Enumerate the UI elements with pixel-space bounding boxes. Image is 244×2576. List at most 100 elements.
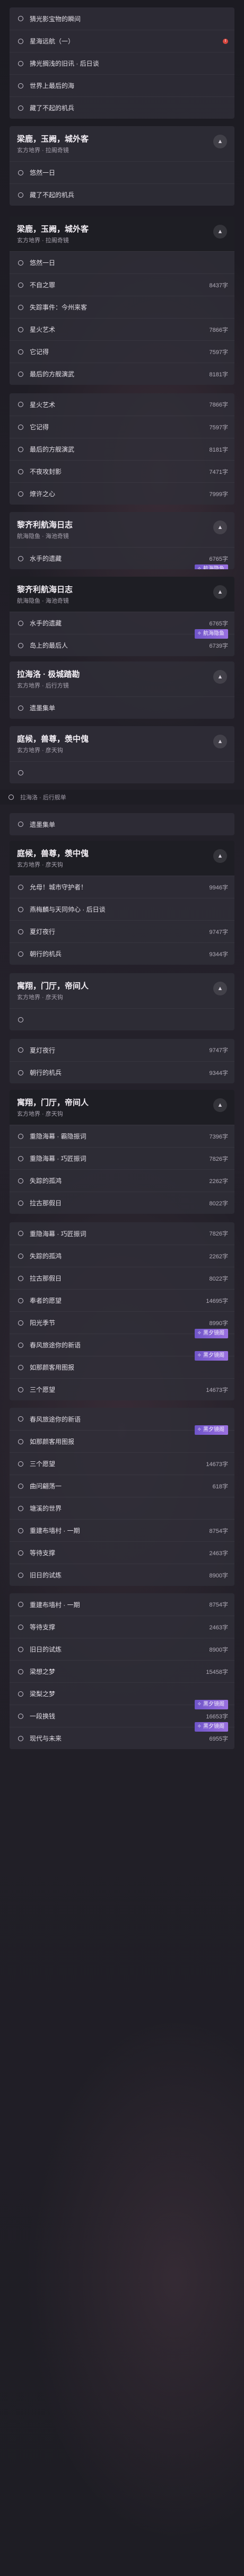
- quest-row[interactable]: 失踪的孤鸿 2262字: [10, 1169, 234, 1192]
- quest-row[interactable]: 猜光影宝物的瞬间: [10, 7, 234, 30]
- chevron-up-icon[interactable]: ▲: [213, 585, 227, 599]
- event-badge-label: 黑夕镜阁: [203, 1427, 224, 1433]
- chapter-header[interactable]: 庭候，兽尊，羡中傀 玄方地界 · 彦天钩 ▲: [10, 841, 234, 876]
- circle-bullet-icon: [18, 642, 23, 648]
- event-badge[interactable]: ✧ 黑夕镜阁: [194, 1329, 228, 1338]
- chevron-up-icon[interactable]: ▲: [213, 670, 227, 684]
- quest-row[interactable]: 重建布墙村 · 一期 8754字: [10, 1519, 234, 1541]
- quest-row[interactable]: 奉者的愿望 14695字: [10, 1289, 234, 1311]
- chapter-header[interactable]: 黎齐利航海日志 航海隐鱼 · 海池奇镜 ▲: [10, 512, 234, 547]
- quest-row[interactable]: 阳光季节 8990字 ✧ 黑夕镜阁: [10, 1311, 234, 1338]
- quest-row[interactable]: 水手的遗藏 6765字 ✧ 航海隐鱼: [10, 612, 234, 639]
- quest-row[interactable]: 世界上最后的海: [10, 74, 234, 96]
- quest-row[interactable]: 春风旅途你的新语 ✧ 黑夕镜阁: [10, 1408, 234, 1435]
- chapter-header[interactable]: 拉海洛 · 极城踏勘 玄方地界 · 后行方镜 ▲: [10, 661, 234, 696]
- quest-row[interactable]: [10, 1008, 234, 1030]
- quest-row[interactable]: 梁梨之梦 ✧ 黑夕镜阁: [10, 1682, 234, 1709]
- quest-row[interactable]: 它记得 7597字: [10, 340, 234, 363]
- event-badge[interactable]: ✧ 航海隐鱼: [194, 564, 228, 569]
- quest-row[interactable]: 遗墨集单: [10, 813, 234, 835]
- chevron-up-icon[interactable]: ▲: [213, 521, 227, 534]
- quest-row[interactable]: 曲问翩荡一 618字: [10, 1475, 234, 1497]
- quest-row[interactable]: 塘溪的世界: [10, 1497, 234, 1519]
- quest-row[interactable]: 悠然一日: [10, 161, 234, 183]
- circle-bullet-icon: [18, 282, 23, 288]
- quest-row[interactable]: 拉古那假日 8022字: [10, 1192, 234, 1214]
- circle-bullet-icon: [18, 620, 23, 626]
- quest-row[interactable]: 星火艺术 7866字: [10, 318, 234, 340]
- chevron-up-icon[interactable]: ▲: [213, 735, 227, 748]
- circle-bullet-icon: [18, 1439, 23, 1444]
- chapter-panel: 庭候，兽尊，羡中傀 玄方地界 · 彦天钩 ▲: [10, 726, 234, 783]
- chapter-section: 遗墨集单: [0, 813, 244, 835]
- chapter-header[interactable]: 梁鹿，玉阙，城外客 玄方地界 · 拉阁奇镜 ▲: [10, 216, 234, 251]
- quest-row[interactable]: 拉海洛 · 后行舰单: [0, 790, 244, 805]
- circle-bullet-icon: [18, 327, 23, 332]
- event-badge[interactable]: ✧ 黑夕镜阁: [194, 1700, 228, 1709]
- quest-row[interactable]: 不自之罪 8437字: [10, 274, 234, 296]
- quest-row[interactable]: 等待支撑 2463字: [10, 1541, 234, 1564]
- quest-row[interactable]: 拂光搁浅的旧讯 · 后日谈: [10, 52, 234, 74]
- event-badge[interactable]: ✧ 黑夕镜阁: [194, 1425, 228, 1435]
- chevron-up-icon[interactable]: ▲: [213, 225, 227, 239]
- quest-row[interactable]: 遗墨集单: [10, 696, 234, 719]
- chapter-source: 玄方地界 · 彦天钩: [17, 994, 63, 1001]
- chapter-header[interactable]: 黎齐利航海日志 航海隐鱼 · 海池奇镜 ▲: [10, 577, 234, 612]
- quest-row[interactable]: 旧日的试炼 8900字: [10, 1564, 234, 1586]
- quest-row[interactable]: 燎许之心 7999字: [10, 482, 234, 505]
- event-badge[interactable]: ✧ 航海隐鱼: [194, 629, 228, 639]
- quest-row[interactable]: 失踪事件：今州来客: [10, 296, 234, 318]
- chapter-section: 重隐海幕 · 巧匠振词 7826字 失踪的孤鸿 2262字 拉古那假日 8022字 奉者的愿…: [0, 1222, 244, 1400]
- sparkle-icon: ✧: [197, 1353, 202, 1358]
- chapter-header[interactable]: 梁鹿，玉阙，城外客 玄方地界 · 拉阁奇镜 ▲: [10, 126, 234, 161]
- chapter-header[interactable]: 庭候，兽尊，羡中傀 玄方地界 · 彦天钩 ▲: [10, 726, 234, 761]
- quest-row[interactable]: 重隐海幕 · 霸隐振词 7396字: [10, 1125, 234, 1147]
- quest-row[interactable]: 等待支撑 2463字: [10, 1616, 234, 1638]
- quest-row[interactable]: 最后的方舰演武 8181字: [10, 438, 234, 460]
- quest-row[interactable]: 水手的遗藏 6765字 ✧ 航海隐鱼: [10, 547, 234, 569]
- word-count: 7471字: [209, 469, 228, 475]
- quest-row[interactable]: 星海远航（一）!: [10, 30, 234, 52]
- chapter-title: 寓翔，门厅，帝间人: [17, 982, 89, 991]
- quest-row[interactable]: 星火艺术 7866字: [10, 393, 234, 416]
- quest-row[interactable]: 悠然一日: [10, 251, 234, 274]
- quest-row[interactable]: 它记得 7597字: [10, 416, 234, 438]
- chapter-header[interactable]: 寓翔，门厅，帝间人 玄方地界 · 彦天钩 ▲: [10, 1090, 234, 1125]
- event-badge[interactable]: ✧ 黑夕镜阁: [194, 1722, 228, 1732]
- quest-row[interactable]: [10, 761, 234, 783]
- circle-bullet-icon: [18, 1550, 23, 1556]
- word-count: 6765字: [209, 555, 228, 562]
- quest-row[interactable]: 不夜攻封影 7471字: [10, 460, 234, 482]
- quest-label: 奉者的愿望: [30, 1297, 62, 1304]
- quest-row[interactable]: 失踪的孤鸿 2262字: [10, 1245, 234, 1267]
- quest-row[interactable]: 朝行的机兵 9344字: [10, 1061, 234, 1083]
- quest-row[interactable]: 燕梅麟与天同帅心 · 后日谈: [10, 898, 234, 920]
- chevron-up-icon[interactable]: ▲: [213, 1098, 227, 1112]
- word-count: 8900字: [209, 1646, 228, 1653]
- quest-row[interactable]: 藏了不起的机兵: [10, 96, 234, 119]
- quest-row[interactable]: 重隐海幕 · 巧匠振词 7826字: [10, 1222, 234, 1245]
- quest-row[interactable]: 夏灯夜行 9747字: [10, 920, 234, 942]
- word-count: 14673字: [206, 1387, 228, 1393]
- event-badge[interactable]: ✧ 黑夕镜阁: [194, 1351, 228, 1361]
- quest-row[interactable]: 夏灯夜行 9747字: [10, 1039, 234, 1061]
- quest-row[interactable]: 重隐海幕 · 巧匠振词 7826字: [10, 1147, 234, 1169]
- chevron-up-icon[interactable]: ▲: [213, 982, 227, 995]
- chevron-up-icon[interactable]: ▲: [213, 849, 227, 863]
- chevron-up-icon[interactable]: ▲: [213, 135, 227, 148]
- quest-row[interactable]: 朝行的机兵 9344字: [10, 942, 234, 965]
- quest-row[interactable]: 三个愿望 14673字: [10, 1378, 234, 1400]
- quest-row[interactable]: 梁想之梦 15458字: [10, 1660, 234, 1682]
- quest-row[interactable]: 最后的方舰演武 8181字: [10, 363, 234, 385]
- quest-row[interactable]: 拉古那假日 8022字: [10, 1267, 234, 1289]
- quest-row[interactable]: 藏了不起的机兵: [10, 183, 234, 206]
- quest-label: 夏灯夜行: [30, 928, 56, 936]
- quest-row[interactable]: 旧日的试炼 8900字: [10, 1638, 234, 1660]
- quest-row[interactable]: 重建布墙村 · 一期 8754字: [10, 1593, 234, 1616]
- quest-row[interactable]: 三个愿望 14673字: [10, 1452, 234, 1475]
- chapter-source: 玄方地界 · 后行方镜: [17, 683, 69, 689]
- circle-bullet-icon: [18, 491, 23, 497]
- circle-bullet-icon: [18, 1275, 23, 1281]
- quest-row[interactable]: 允母！城市守护者！ 9946字: [10, 876, 234, 898]
- chapter-header[interactable]: 寓翔，门厅，帝间人 玄方地界 · 彦天钩 ▲: [10, 973, 234, 1008]
